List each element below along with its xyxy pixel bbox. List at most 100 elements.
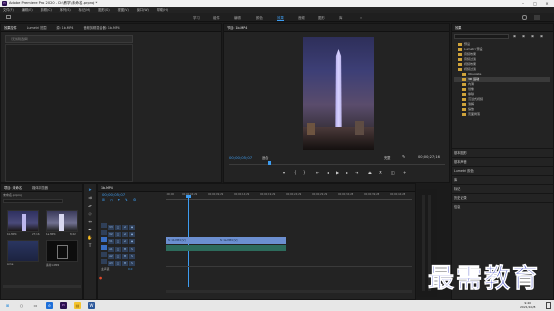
go-to-in-icon[interactable]: ⇤ <box>316 170 319 175</box>
mark-in-icon[interactable]: { <box>294 170 297 175</box>
mark-out-icon[interactable]: } <box>303 170 306 175</box>
track-select-icon[interactable]: ⇉ <box>86 194 94 201</box>
workspace-learn[interactable]: 学习 <box>193 15 200 20</box>
section-history[interactable]: 历史记录 <box>451 193 553 201</box>
effects-search-input[interactable] <box>454 34 509 39</box>
timeline-timecode[interactable]: 00;00;05;07 <box>102 192 125 197</box>
timeline-toolbar-icons[interactable]: ⊞ ∩ ▾ ↯ ⚙ <box>102 198 138 202</box>
yuv-effects-icon[interactable]: ▣ <box>531 34 534 38</box>
hand-tool-icon[interactable]: ✋ <box>86 234 94 241</box>
minimize-icon[interactable]: – <box>517 0 529 7</box>
audio-clip-1b[interactable] <box>166 245 218 251</box>
playhead-handle[interactable] <box>186 195 191 198</box>
sync-icon[interactable]: ⇄ <box>122 239 128 244</box>
fit-dropdown[interactable]: 适合 <box>262 155 268 160</box>
task-view-icon[interactable]: ▭ <box>32 302 39 309</box>
workspace-editing[interactable]: 编辑 <box>234 15 241 20</box>
track-target-toggle[interactable] <box>101 259 107 264</box>
tab-audio-clip-mixer[interactable]: 音频剪辑混合器: 1b.MP4 <box>83 26 119 30</box>
file-explorer-icon[interactable]: ▤ <box>74 302 81 309</box>
tab-media-browser[interactable]: 媒体浏览器 <box>32 186 48 190</box>
workspace-more-icon[interactable]: » <box>360 16 362 20</box>
button-editor-icon[interactable]: + <box>403 170 406 175</box>
resolution-dropdown[interactable]: 完整 <box>384 155 390 160</box>
audio-clip-1a[interactable] <box>218 245 286 251</box>
section-lumetri-color[interactable]: Lumetri 颜色 <box>451 166 553 174</box>
track-target-toggle[interactable] <box>101 230 107 235</box>
tab-effect-controls[interactable]: 效果控件 <box>4 26 17 30</box>
windows-start-icon[interactable]: ⊞ <box>4 302 11 309</box>
section-markers[interactable]: 标记 <box>451 184 553 192</box>
program-timecode[interactable]: 00;00;05;07 <box>229 155 252 160</box>
workspace-effects[interactable]: 效果 <box>277 15 284 21</box>
export-frame-icon[interactable]: ◫ <box>391 170 395 175</box>
track-target-toggle[interactable] <box>101 245 107 250</box>
step-back-icon[interactable]: ◂ <box>327 170 329 175</box>
project-thumb-1b[interactable] <box>7 210 39 232</box>
snap-icon[interactable]: ● <box>99 276 102 280</box>
tab-effects[interactable]: 效果 <box>455 26 461 30</box>
workspace-assembly[interactable]: 组件 <box>213 15 220 20</box>
marker-icon[interactable]: ▾ <box>283 170 285 175</box>
search-icon[interactable] <box>522 15 527 20</box>
solo-icon[interactable]: S <box>129 261 135 266</box>
project-zoom-slider[interactable] <box>3 285 81 288</box>
section-info[interactable]: 信息 <box>451 202 553 210</box>
razor-tool-icon[interactable]: ◇ <box>86 210 94 217</box>
project-thumb-sequence[interactable] <box>46 240 78 262</box>
lock-icon[interactable]: ▢ <box>115 239 121 244</box>
32bit-effects-icon[interactable]: ▣ <box>522 34 525 38</box>
quick-export-icon[interactable] <box>534 15 540 20</box>
premiere-taskbar-icon[interactable]: Pr <box>60 302 67 309</box>
home-icon[interactable] <box>6 15 11 19</box>
project-thumb-1a[interactable] <box>46 210 78 232</box>
wrench-icon[interactable]: ✎ <box>402 154 405 159</box>
workspace-color[interactable]: 颜色 <box>256 15 263 20</box>
close-icon[interactable]: × <box>541 0 553 7</box>
workspace-libraries[interactable]: 库 <box>339 15 342 20</box>
track-target-toggle[interactable] <box>101 237 107 242</box>
video-clip-1b[interactable]: fx 1b.MP4 [V] <box>166 237 218 244</box>
section-essential-sound[interactable]: 基本声音 <box>451 157 553 165</box>
type-tool-icon[interactable]: T <box>86 242 94 249</box>
extract-icon[interactable]: ⊼ <box>379 170 382 175</box>
section-libraries[interactable]: 库 <box>451 175 553 183</box>
search-icon[interactable]: ○ <box>18 302 25 309</box>
lift-icon[interactable]: ⏏ <box>368 170 372 175</box>
master-volume[interactable]: 0.0 <box>128 267 132 271</box>
play-icon[interactable]: ▶ <box>336 170 339 175</box>
tree-item[interactable]: 页面剥落 <box>454 112 550 117</box>
video-clip-1a[interactable]: fx 1a.MP4 [V] <box>218 237 286 244</box>
program-playhead[interactable] <box>268 161 271 165</box>
section-essential-graphics[interactable]: 基本图形 <box>451 148 553 156</box>
selection-tool-icon[interactable]: ➤ <box>86 186 94 193</box>
tab-program[interactable]: 节目: 1b.MP4 <box>227 26 247 30</box>
slip-tool-icon[interactable]: ↔ <box>86 218 94 225</box>
go-to-out-icon[interactable]: ⇥ <box>355 170 358 175</box>
workspace-audio[interactable]: 音频 <box>298 15 305 20</box>
new-bin-icon[interactable]: ▣ <box>540 34 543 38</box>
edge-icon[interactable]: e <box>46 302 53 309</box>
work-area-bar[interactable] <box>166 199 412 200</box>
ripple-edit-icon[interactable]: ⟛ <box>86 202 94 209</box>
workspace-graphics[interactable]: 图形 <box>318 15 325 20</box>
tab-lumetri-scopes[interactable]: Lumetri 范围 <box>27 26 47 30</box>
pen-tool-icon[interactable]: ✒ <box>86 226 94 233</box>
track-target-toggle[interactable] <box>101 223 107 228</box>
maximize-icon[interactable]: □ <box>529 0 541 7</box>
notification-icon[interactable] <box>546 302 551 309</box>
accelerated-effects-icon[interactable]: ▣ <box>513 34 516 38</box>
step-forward-icon[interactable]: ▸ <box>346 170 348 175</box>
track-target-toggle[interactable] <box>101 252 107 257</box>
word-icon[interactable]: W <box>88 302 95 309</box>
timeline-scrollbar[interactable] <box>166 290 412 293</box>
tab-sequence[interactable]: 1b.MP4 <box>101 186 113 190</box>
eye-icon[interactable]: ◉ <box>129 239 135 244</box>
clock[interactable]: 9:40 2021/10/8 <box>520 301 535 309</box>
tab-project[interactable]: 项目: 未命名 <box>4 186 22 190</box>
lock-icon[interactable]: ▢ <box>115 261 121 266</box>
mute-icon[interactable]: M <box>122 261 128 266</box>
project-search-input[interactable] <box>3 199 63 203</box>
program-scrub-bar[interactable] <box>229 164 445 165</box>
tab-source[interactable]: 源: 1b.MP4 <box>56 26 73 30</box>
